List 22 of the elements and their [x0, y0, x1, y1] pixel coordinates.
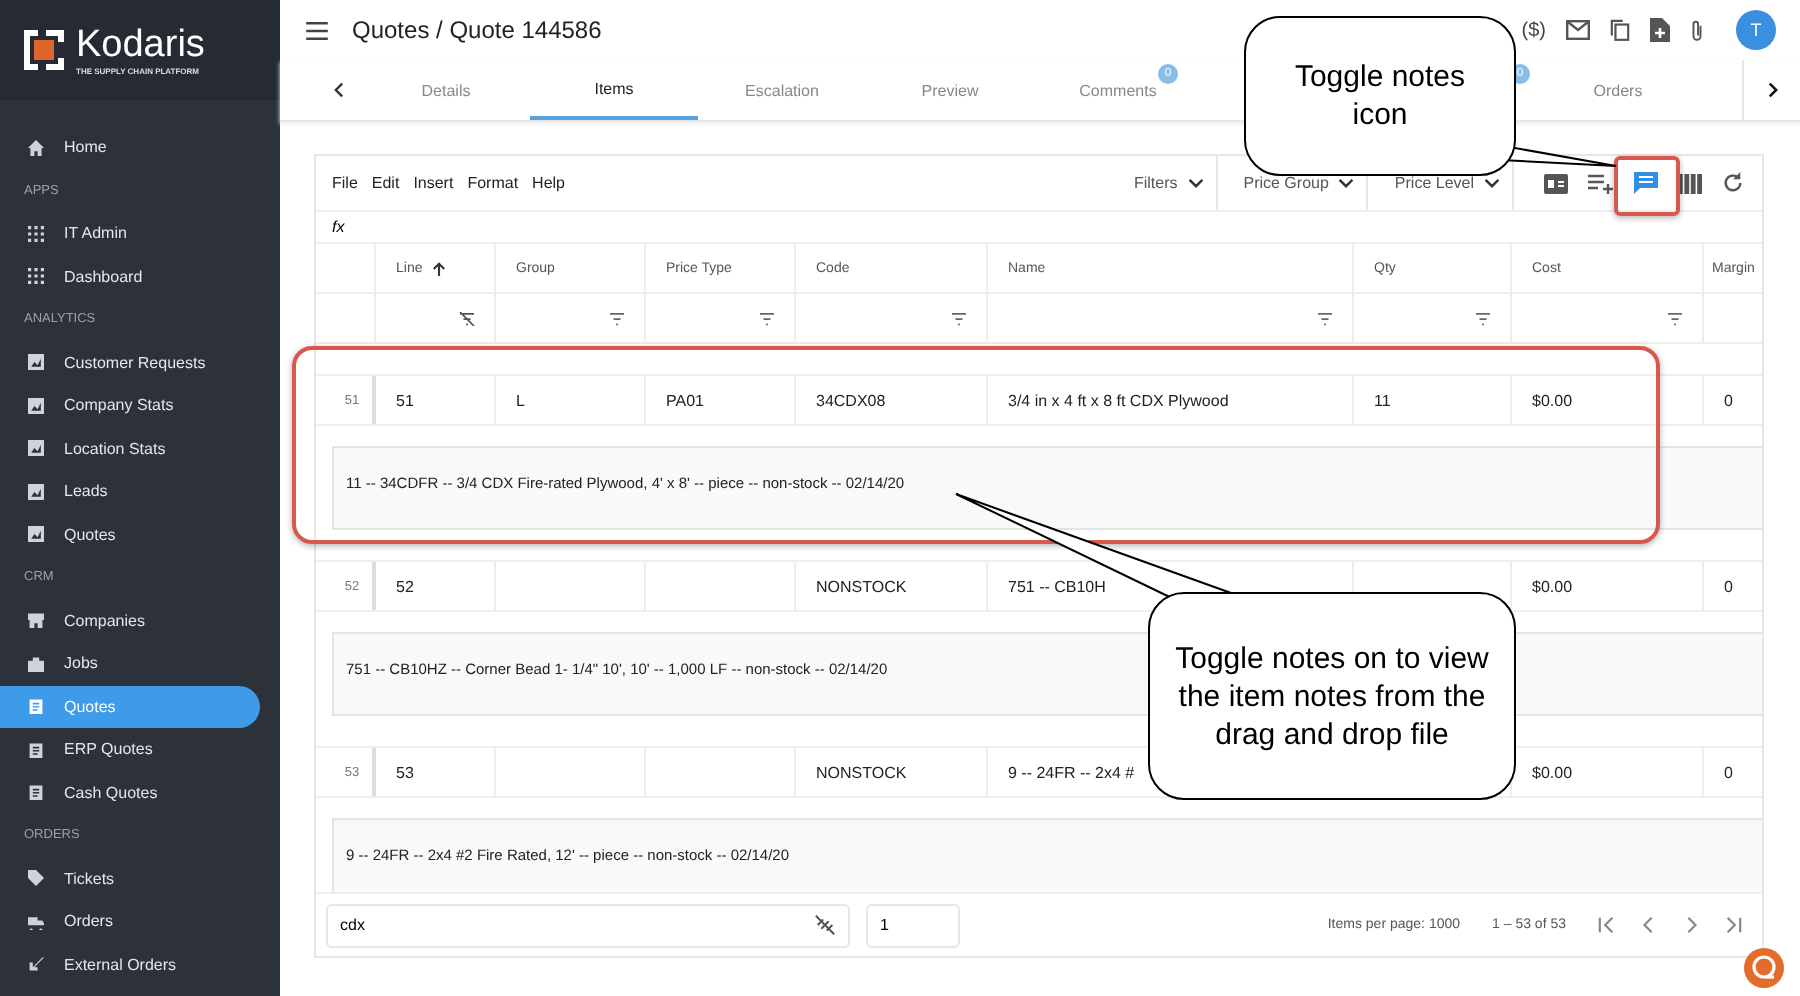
table-cell: $0.00 [1532, 763, 1573, 781]
table-cell: 751 -- CB10H [1008, 577, 1106, 595]
table-cell: 52 [396, 577, 414, 595]
table-cell: NONSTOCK [816, 577, 907, 595]
formula-label: fx [332, 218, 345, 236]
table-cell: $0.00 [1532, 577, 1573, 595]
table-cell: 0 [1724, 577, 1733, 595]
table-cell: $0.00 [1532, 391, 1573, 409]
table-cell: 3/4 in x 4 ft x 8 ft CDX Plywood [1008, 391, 1229, 409]
page-title: Quotes / Quote 144586 [352, 16, 602, 44]
brand-name: Kodaris [76, 25, 205, 65]
table-cell: 9 -- 24FR -- 2x4 # [1008, 763, 1135, 781]
table-cell: L [516, 391, 525, 409]
table-cell: 0 [1724, 763, 1733, 781]
table-cell: NONSTOCK [816, 763, 907, 781]
table-cell: PA01 [666, 391, 704, 409]
callout-tooltip: Toggle notes icon [1244, 16, 1516, 176]
table-cell: 51 [396, 391, 414, 409]
table-cell: 53 [396, 763, 414, 781]
table-cell: 0 [1724, 391, 1733, 409]
table-cell: 34CDX08 [816, 391, 886, 409]
table-cell: 11 [1374, 391, 1391, 409]
